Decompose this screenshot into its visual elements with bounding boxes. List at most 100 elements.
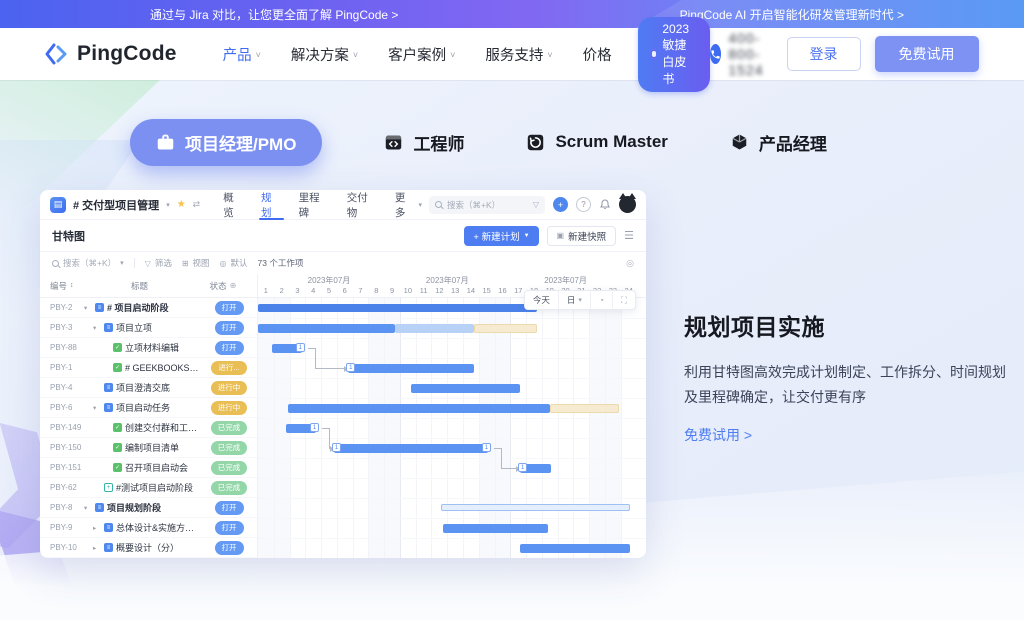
new-snapshot-button[interactable]: ▣ 新建快照	[546, 225, 617, 246]
table-row[interactable]: PBY-9 ▸≡总体设计&实施方案（... 打开	[40, 518, 257, 538]
star-icon[interactable]: ★	[177, 199, 186, 210]
gantt-bar[interactable]	[258, 323, 396, 333]
gantt-bar[interactable]	[258, 304, 538, 312]
app-search-input[interactable]: 搜索（⌘+K） ▽	[429, 195, 545, 214]
dependency-handle[interactable]: 1	[346, 363, 356, 372]
help-icon[interactable]: ?	[576, 197, 591, 212]
table-row[interactable]: PBY-62 + #测试项目启动阶段 已完成	[40, 478, 257, 498]
gantt-bar[interactable]	[474, 323, 538, 333]
user-avatar[interactable]	[619, 193, 636, 213]
expand-toggle-icon[interactable]: ▸	[93, 544, 101, 552]
workitem-title-cell: ≡ 项目澄清交底	[84, 381, 201, 394]
table-row[interactable]: PBY-6 ▾ ≡ 项目启动任务 进行中	[40, 398, 257, 418]
banner-link-jira[interactable]: 通过与 Jira 对比，让您更全面了解 PingCode >	[150, 6, 398, 23]
free-trial-button[interactable]: 免费试用	[874, 36, 979, 72]
status-badge[interactable]: 打开	[214, 500, 244, 515]
today-button[interactable]: 今天	[525, 291, 559, 309]
dependency-handle[interactable]: 1	[518, 463, 528, 472]
dependency-handle[interactable]: 1	[332, 443, 342, 452]
nav-item-产品[interactable]: 产品 ˅	[223, 44, 261, 65]
nav-item-解决方案[interactable]: 解决方案 ˅	[291, 44, 358, 65]
milestone-toggle-icon[interactable]: ◔	[591, 292, 614, 308]
fullscreen-icon[interactable]: ⛶	[613, 292, 635, 309]
expand-toggle-icon[interactable]: ▾	[84, 304, 92, 312]
expand-toggle-icon[interactable]: ▾	[93, 404, 101, 412]
gantt-bar[interactable]	[410, 383, 520, 393]
gantt-bar[interactable]	[440, 503, 631, 511]
expand-toggle-icon[interactable]: ▸	[93, 524, 101, 532]
gantt-bar[interactable]	[333, 443, 489, 453]
new-snapshot-label: 新建快照	[568, 231, 607, 243]
role-tab-Scrum Master[interactable]: Scrum Master	[526, 132, 668, 152]
expand-toggle-icon[interactable]: ▾	[84, 504, 92, 512]
status-badge[interactable]: 进行中	[210, 380, 248, 395]
nav-item-客户案例[interactable]: 客户案例 ˅	[388, 44, 455, 65]
table-row[interactable]: PBY-151 ✓ 召开项目启动会 已完成	[40, 458, 257, 478]
app-tab-label: 规划	[260, 191, 272, 219]
dependency-handle[interactable]: 1	[481, 443, 491, 452]
gantt-bar[interactable]	[549, 403, 620, 413]
banner-link-ai[interactable]: PingCode AI 开启智能化研发管理新时代 >	[680, 6, 904, 23]
role-tab-项目经理/PMO[interactable]: 项目经理/PMO	[130, 118, 323, 166]
time-unit-select[interactable]: 日 ▾	[559, 291, 591, 309]
dependency-handle[interactable]: 1	[309, 423, 319, 432]
gantt-bar[interactable]	[347, 363, 475, 373]
pingcode-logo[interactable]: PingCode	[44, 41, 177, 67]
expand-toggle-icon[interactable]: ▾	[93, 324, 101, 332]
gantt-body[interactable]: 1 1 1 1 1 1	[258, 298, 646, 558]
status-badge[interactable]: 进行...	[211, 360, 247, 375]
new-plan-button[interactable]: + 新建计划 ▼	[464, 225, 539, 246]
table-row[interactable]: PBY-10 ▸ ≡ 概要设计（分） 打开	[40, 538, 257, 558]
status-badge[interactable]: 已完成	[210, 420, 248, 435]
table-row[interactable]: PBY-1 ✓ # GEEKBOOKS 概... 进行...	[40, 358, 257, 378]
app-tab-交付物[interactable]: 交付物	[347, 190, 378, 220]
gantt-bar[interactable]	[287, 403, 550, 413]
status-badge[interactable]: 已完成	[210, 480, 248, 495]
app-tab-更多[interactable]: 更多 ▾	[395, 190, 422, 220]
login-button[interactable]: 登录	[786, 37, 861, 71]
status-badge[interactable]: 进行中	[210, 400, 248, 415]
table-row[interactable]: PBY-4 ≡ 项目澄清交底 进行中	[40, 378, 257, 398]
quick-create-button[interactable]: +	[553, 197, 568, 212]
gantt-bar[interactable]	[519, 543, 631, 553]
status-badge[interactable]: 已完成	[210, 440, 248, 455]
role-tab-产品经理[interactable]: 产品经理	[730, 130, 827, 155]
status-badge[interactable]: 打开	[214, 320, 244, 335]
feature-trial-link[interactable]: 免费试用 >	[684, 427, 752, 443]
table-row[interactable]: PBY-3 ▾ ≡ 项目立项 打开	[40, 318, 257, 338]
filter-search-input[interactable]: 搜索（⌘+K） ▾	[52, 257, 124, 269]
table-row[interactable]: PBY-8 ▾ ≡ 项目规划阶段 打开	[40, 498, 257, 518]
status-badge[interactable]: 打开	[214, 340, 244, 355]
dependency-handle[interactable]: 1	[295, 343, 305, 352]
default-config-button[interactable]: ◎ 默认	[220, 257, 248, 269]
settings-icon[interactable]: ◎	[626, 258, 634, 269]
bell-icon[interactable]	[599, 198, 611, 211]
chevron-down-icon[interactable]: ▾	[166, 201, 170, 209]
table-row[interactable]: PBY-149 ✓ 创建交付群和工作会 已完成	[40, 418, 257, 438]
swap-icon[interactable]: ⇄	[193, 199, 201, 210]
app-tab-规划[interactable]: 规划	[258, 190, 284, 220]
view-button[interactable]: ⊞ 视图	[182, 257, 210, 269]
funnel-icon: ▽	[144, 258, 151, 268]
app-tab-概览[interactable]: 概览	[223, 190, 244, 220]
list-icon[interactable]: ☰	[624, 229, 634, 242]
table-row[interactable]: PBY-2 ▾ ≡ # 项目启动阶段 打开	[40, 298, 257, 318]
status-badge[interactable]: 已完成	[210, 460, 248, 475]
folder-item-icon: ≡	[104, 383, 113, 392]
whitepaper-badge[interactable]: 2023敏捷白皮书	[637, 16, 711, 92]
nav-item-服务支持[interactable]: 服务支持 ˅	[485, 44, 552, 65]
gantt-bar[interactable]	[395, 323, 475, 333]
table-row[interactable]: PBY-88 ✓ 立项材料编辑 打开	[40, 338, 257, 358]
role-tab-工程师[interactable]: 工程师	[384, 130, 464, 155]
table-row[interactable]: PBY-150 ✓ 编制项目清单 已完成	[40, 438, 257, 458]
add-column-icon[interactable]: ⊕	[230, 281, 237, 290]
app-tab-里程碑[interactable]: 里程碑	[299, 190, 330, 220]
sort-icon[interactable]: ↕	[70, 282, 74, 289]
gantt-bar[interactable]	[442, 523, 549, 533]
hero-section: 项目经理/PMO 工程师 Scrum Master 产品经理 ▤ # 交付型项目管理 …	[0, 80, 1024, 620]
status-badge[interactable]: 打开	[214, 520, 244, 535]
filter-button[interactable]: ▽ 筛选	[145, 257, 172, 269]
status-badge[interactable]: 打开	[214, 540, 244, 555]
status-badge[interactable]: 打开	[214, 300, 244, 315]
nav-item-价格[interactable]: 价格	[583, 44, 612, 65]
